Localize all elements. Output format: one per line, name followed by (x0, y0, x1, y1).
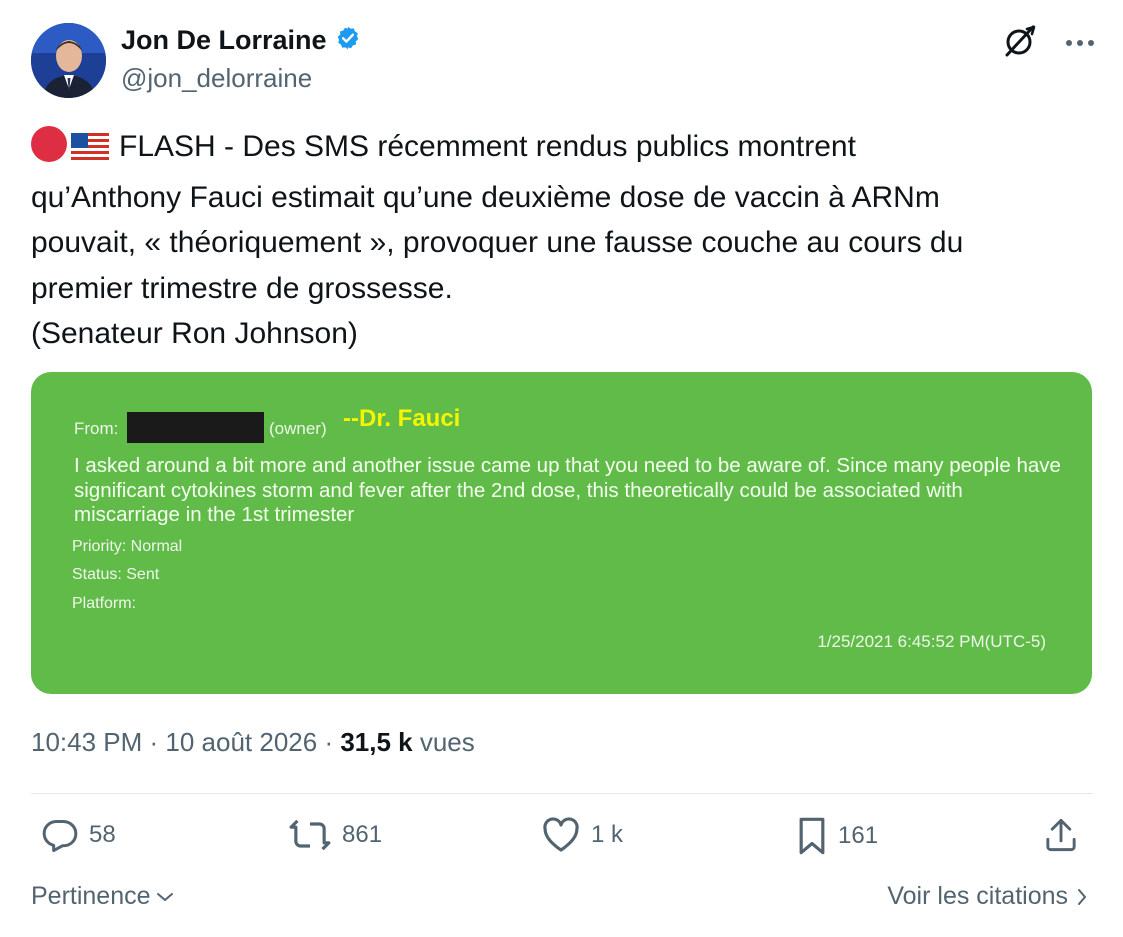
tweet-media-image[interactable]: From: (owner) --Dr. Fauci I asked around… (31, 372, 1092, 694)
divider (31, 793, 1093, 794)
sms-sender: --Dr. Fauci (343, 405, 461, 432)
bookmark-icon (799, 817, 825, 855)
share-icon (1046, 818, 1076, 852)
sms-owner-label: (owner) (269, 419, 327, 438)
view-quotes-link[interactable]: Voir les citations (887, 882, 1088, 911)
top-actions (1003, 24, 1095, 63)
sort-dropdown[interactable]: Pertinence (31, 882, 175, 911)
heart-icon (543, 817, 579, 852)
share-button[interactable] (1043, 816, 1079, 854)
bookmark-button[interactable]: 161 (796, 816, 878, 856)
views-label: vues (412, 727, 475, 757)
tweet-meta: 10:43 PM · 10 août 2026 · 31,5 k vues (31, 727, 475, 758)
grok-icon[interactable] (1003, 24, 1037, 63)
tweet-date[interactable]: 10 août 2026 (165, 727, 317, 757)
reply-count: 58 (89, 821, 116, 848)
reply-icon (42, 820, 78, 853)
tweet-time[interactable]: 10:43 PM (31, 727, 142, 757)
more-icon[interactable] (1065, 35, 1095, 53)
verified-badge-icon (335, 25, 361, 56)
action-bar: 58 861 1 k 161 (31, 816, 1093, 862)
meta-separator: · (317, 727, 341, 757)
redaction-box (127, 412, 264, 443)
us-flag-emoji-icon (71, 129, 109, 175)
sms-platform: Platform: (72, 595, 137, 612)
sms-from-label: From: (74, 419, 119, 438)
repost-icon (289, 819, 331, 851)
bookmark-count: 161 (838, 822, 879, 849)
repost-button[interactable]: 861 (288, 816, 382, 854)
chevron-down-icon (156, 892, 173, 901)
sms-body: I asked around a bit more and another is… (74, 454, 1061, 526)
author-handle[interactable]: @jon_delorraine (121, 63, 312, 94)
avatar[interactable] (31, 23, 106, 98)
sms-timestamp: 1/25/2021 6:45:52 PM(UTC-5) (817, 632, 1046, 651)
red-circle-emoji-icon (31, 126, 67, 162)
reply-button[interactable]: 58 (41, 816, 116, 854)
quotes-label: Voir les citations (887, 882, 1068, 910)
meta-separator: · (142, 727, 166, 757)
sms-status: Status: Sent (72, 566, 160, 583)
display-name[interactable]: Jon De Lorraine (121, 25, 327, 56)
sms-priority: Priority: Normal (72, 538, 183, 555)
sort-label: Pertinence (31, 882, 151, 910)
views-count: 31,5 k (340, 727, 413, 757)
like-button[interactable]: 1 k (541, 816, 623, 854)
tweet-body: FLASH - Des SMS récemment rendus publics… (31, 130, 964, 350)
chevron-right-icon (1078, 888, 1086, 905)
tweet-text: FLASH - Des SMS récemment rendus publics… (31, 124, 1091, 357)
like-count: 1 k (591, 821, 624, 848)
author-name-row[interactable]: Jon De Lorraine (121, 25, 361, 56)
repost-count: 861 (342, 821, 383, 848)
